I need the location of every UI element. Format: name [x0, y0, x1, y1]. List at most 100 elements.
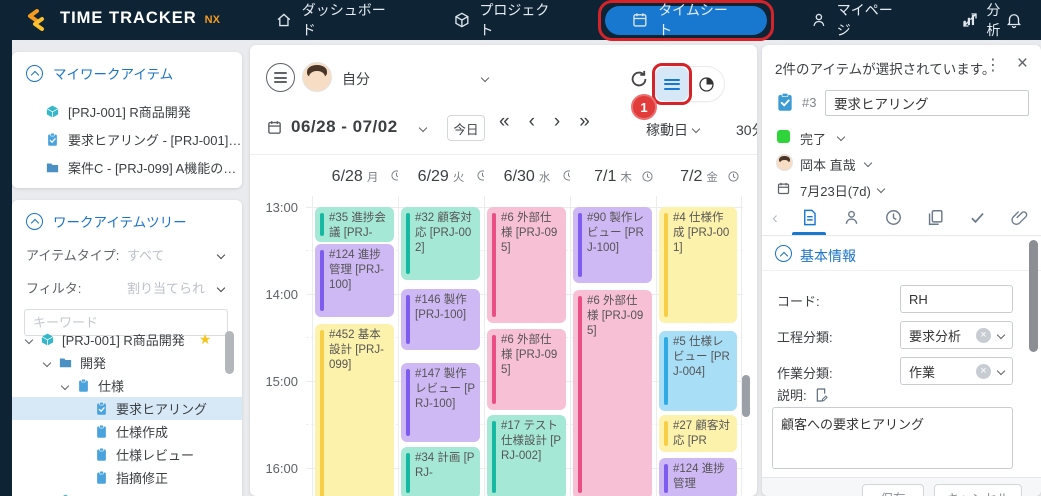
- save-button[interactable]: 保存: [862, 484, 924, 496]
- event-block[interactable]: #6 外部仕様 [PRJ-095]: [487, 329, 566, 410]
- clear-icon[interactable]: ×: [976, 364, 991, 379]
- code-input[interactable]: [900, 285, 1013, 313]
- day-column[interactable]: #90 製作レビュー [PRJ-100]#6 外部仕様 [PRJ-095]: [570, 196, 656, 496]
- collapse-up-icon[interactable]: [26, 65, 43, 82]
- app-logo: TIME TRACKER NX: [0, 9, 248, 31]
- chevron-down-icon[interactable]: [692, 125, 700, 133]
- work-category-select[interactable]: 作業 ×: [900, 357, 1013, 385]
- event-block[interactable]: #4 仕様作成 [PRJ-001]: [659, 207, 737, 323]
- user-avatar[interactable]: [302, 62, 332, 92]
- my-work-item[interactable]: [PRJ-001] R商品開発: [12, 97, 242, 125]
- my-work-item[interactable]: 案件C - [PRJ-099] A機能の…: [12, 153, 242, 181]
- tab-doc-icon[interactable]: [788, 200, 830, 235]
- event-block[interactable]: #34 計画 [PRJ-: [401, 447, 480, 496]
- tree-item[interactable]: 要求ヒアリング: [12, 397, 242, 420]
- item-type-select[interactable]: すべて: [127, 245, 228, 264]
- due-date-select[interactable]: 7月23日(7d): [800, 181, 871, 200]
- event-block[interactable]: #124 進捗管理 [PRJ-100]: [315, 244, 394, 317]
- my-work-item[interactable]: 要求ヒアリング - [PRJ-001]…: [12, 125, 242, 153]
- event-block[interactable]: #6 外部仕様 [PRJ-095]: [573, 290, 652, 496]
- edit-note-icon[interactable]: [814, 387, 830, 403]
- event-block[interactable]: #32 顧客対応 [PRJ-002]: [401, 207, 480, 280]
- next-week-arrow[interactable]: »: [576, 111, 593, 133]
- assignee-select[interactable]: 岡本 直哉: [800, 155, 856, 174]
- day-column[interactable]: #6 外部仕様 [PRJ-095]#6 外部仕様 [PRJ-095]#17 テス…: [484, 196, 570, 496]
- close-icon[interactable]: ×: [1017, 53, 1028, 75]
- event-block[interactable]: #5 仕様レビュー [PRJ-004]: [659, 331, 737, 411]
- tab-clock-icon[interactable]: [872, 200, 914, 235]
- chevron-down-icon[interactable]: [877, 185, 885, 193]
- day-of-week: 月: [367, 169, 379, 185]
- day-column[interactable]: #35 進捗会議 [PRJ-#124 進捗管理 [PRJ-100]#452 基本…: [312, 196, 398, 496]
- nav-item-timesheet[interactable]: タイムシート: [605, 6, 767, 35]
- event-block[interactable]: #35 進捗会議 [PRJ-: [315, 207, 394, 242]
- chevron-down-icon[interactable]: [43, 358, 51, 366]
- collapse-up-icon[interactable]: [26, 213, 43, 230]
- paperclip-icon: [1010, 208, 1029, 227]
- chevron-left-icon[interactable]: ‹: [762, 200, 788, 235]
- pie-view-button[interactable]: [689, 67, 723, 101]
- event-block[interactable]: #146 製作 [PRJ-100]: [401, 289, 480, 350]
- process-category-select[interactable]: 要求分析 ×: [900, 321, 1013, 349]
- tree-item[interactable]: 指摘修正: [12, 466, 242, 489]
- description-textarea[interactable]: 顧客への要求ヒアリング: [772, 407, 1013, 469]
- chevron-down-icon[interactable]: [837, 133, 845, 141]
- chevron-down-icon[interactable]: [864, 159, 872, 167]
- event-block[interactable]: #17 テスト仕様設計 [PRJ-002]: [487, 415, 566, 496]
- user-select-label[interactable]: 自分: [342, 69, 370, 89]
- nav-item-project[interactable]: プロジェクト: [426, 0, 590, 40]
- tab-note-icon[interactable]: [914, 200, 956, 235]
- menu-button[interactable]: [266, 63, 295, 92]
- tree-item[interactable]: [12, 489, 242, 496]
- next-day-arrow[interactable]: ›: [551, 111, 563, 133]
- refresh-icon[interactable]: [628, 68, 650, 90]
- kebab-menu-icon[interactable]: ⋮: [985, 55, 1001, 75]
- workday-select[interactable]: 稼動日: [646, 120, 688, 140]
- event-block[interactable]: #124 進捗管理: [659, 458, 737, 496]
- filter-select[interactable]: 割り当てられ: [127, 278, 228, 297]
- task-icon: [775, 92, 795, 112]
- prev-week-arrow[interactable]: «: [496, 111, 513, 133]
- collapse-up-icon[interactable]: [775, 245, 792, 262]
- tree-item[interactable]: 開発: [12, 351, 242, 374]
- nav-item-dashboard[interactable]: ダッシュボード: [248, 0, 426, 40]
- chevron-down-icon[interactable]: [481, 74, 489, 82]
- event-block[interactable]: #147 製作レビュー [PRJ-100]: [401, 363, 480, 442]
- event-block[interactable]: #90 製作レビュー [PRJ-100]: [573, 207, 652, 283]
- detail-scrollbar-thumb[interactable]: [1029, 240, 1038, 352]
- day-column[interactable]: #4 仕様作成 [PRJ-001] #5 仕様レビュー [PRJ-004] #27 …: [656, 196, 742, 496]
- item-title-input[interactable]: [825, 90, 1029, 116]
- tab-person-icon[interactable]: [830, 200, 872, 235]
- pie-chart-icon: [697, 75, 716, 94]
- date-range-label[interactable]: 06/28 - 07/02: [291, 117, 398, 137]
- chevron-down-icon[interactable]: [419, 124, 427, 132]
- tree-item[interactable]: 仕様レビュー: [12, 443, 242, 466]
- status-select[interactable]: 完了: [800, 129, 826, 148]
- time-label: 15:00: [250, 374, 298, 389]
- event-block[interactable]: #6 外部仕様 [PRJ-095]: [487, 207, 566, 323]
- prev-day-arrow[interactable]: ‹: [526, 111, 538, 133]
- interval-label[interactable]: 30分: [736, 120, 757, 140]
- event-block[interactable]: #27 顧客対応 [PR: [659, 415, 737, 452]
- chevron-down-icon[interactable]: [61, 381, 69, 389]
- tree-item[interactable]: [PRJ-001] R商品開発★: [12, 328, 242, 351]
- tree-scrollbar-thumb[interactable]: [225, 331, 234, 374]
- bell-icon[interactable]: [1005, 11, 1023, 29]
- tree-item[interactable]: 仕様作成: [12, 420, 242, 443]
- clear-icon[interactable]: ×: [976, 328, 991, 343]
- nav-item-mypage[interactable]: マイページ: [783, 0, 933, 40]
- event-block[interactable]: #452 基本設計 [PRJ-099]: [315, 324, 394, 496]
- list-view-button[interactable]: [655, 67, 689, 101]
- tab-paperclip-icon[interactable]: [998, 200, 1040, 235]
- calendar-scrollbar-thumb[interactable]: [742, 375, 750, 417]
- today-button[interactable]: 今日: [447, 115, 485, 141]
- star-icon[interactable]: ★: [199, 331, 212, 348]
- day-column[interactable]: #32 顧客対応 [PRJ-002] #146 製作 [PRJ-100] #147 …: [398, 196, 484, 496]
- tree-item[interactable]: 仕様: [12, 374, 242, 397]
- cancel-button[interactable]: キャンセル: [934, 484, 1022, 496]
- chevron-down-icon[interactable]: [25, 335, 33, 343]
- tab-check-icon[interactable]: [956, 200, 998, 235]
- nav-item-label: マイページ: [837, 0, 906, 40]
- expand-icon[interactable]: [961, 11, 979, 29]
- tree-item-label: 仕様作成: [116, 422, 168, 441]
